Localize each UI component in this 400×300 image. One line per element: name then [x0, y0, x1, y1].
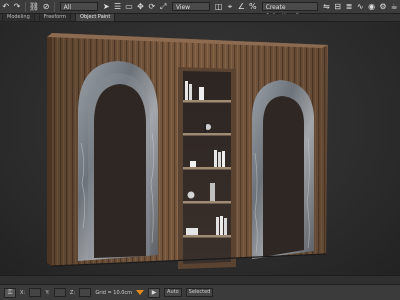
material-editor-icon[interactable]: ◉	[368, 2, 375, 11]
render-setup-icon[interactable]: ⚙	[379, 2, 386, 11]
set-key-dropdown[interactable]: Selected	[185, 288, 214, 297]
unlink-icon[interactable]: ⊘	[42, 2, 50, 11]
ribbon-tabs: Modeling Freeform Object Paint	[0, 13, 400, 22]
x-label: X:	[20, 289, 26, 296]
snap-icon[interactable]: ⌖	[226, 2, 233, 11]
time-slider-marker-icon	[136, 290, 145, 295]
selection-filter-dropdown[interactable]: All	[59, 2, 98, 11]
redo-icon[interactable]: ↷	[13, 2, 21, 11]
rect-select-icon[interactable]: ▭	[125, 2, 133, 11]
pivot-icon[interactable]: ◫	[215, 2, 223, 11]
main-toolbar: ↶ ↷ ⛓ ⊘ All ➤ ☰ ▭ ✥ ⟳ ⤢ View ◫ ⌖ ∠ % Cre…	[0, 0, 400, 20]
scale-icon[interactable]: ⤢	[159, 2, 166, 11]
undo-icon[interactable]: ↶	[2, 2, 9, 11]
play-icon[interactable]: ▶	[148, 287, 161, 298]
toolbar-separator	[24, 1, 26, 12]
percent-snap-icon[interactable]: %	[249, 2, 257, 11]
reference-coord-dropdown[interactable]: View	[171, 2, 210, 11]
x-field[interactable]	[29, 288, 42, 297]
left-arch-door	[94, 84, 146, 258]
tab-modeling[interactable]: Modeling	[2, 13, 35, 22]
lock-selection-icon[interactable]: ⚿	[4, 287, 16, 298]
auto-key-button[interactable]: Auto	[164, 288, 182, 297]
toolbar-separator	[53, 1, 55, 12]
y-field[interactable]	[53, 288, 66, 297]
y-label: Y:	[45, 289, 50, 296]
align-icon[interactable]: ⊟	[334, 2, 341, 11]
z-label: Z:	[69, 289, 76, 296]
layers-icon[interactable]: ≣	[345, 2, 353, 11]
grid-readout: Grid = 10.0cm	[95, 289, 133, 296]
wall-panel-model	[47, 33, 328, 269]
wall-side-edge	[47, 33, 52, 266]
rotate-icon[interactable]: ⟳	[148, 2, 155, 11]
named-selection-dropdown[interactable]: Create Selection Se	[261, 2, 318, 20]
perspective-viewport[interactable]	[0, 23, 400, 275]
render-icon[interactable]: ☕	[391, 2, 398, 11]
right-arch-door	[263, 96, 304, 257]
link-icon[interactable]: ⛓	[29, 2, 39, 11]
timeline-bar[interactable]	[0, 275, 400, 284]
angle-snap-icon[interactable]: ∠	[238, 2, 245, 11]
curve-editor-icon[interactable]: ∿	[357, 2, 364, 11]
status-bar: ⚿ X: Y: Z: Grid = 10.0cm ▶ Auto Selected	[0, 284, 400, 300]
mirror-icon[interactable]: ⇋	[323, 2, 330, 11]
tab-freeform[interactable]: Freeform	[38, 13, 72, 22]
z-field[interactable]	[79, 288, 92, 297]
select-icon[interactable]: ➤	[103, 2, 110, 11]
move-icon[interactable]: ✥	[137, 2, 144, 11]
select-by-name-icon[interactable]: ☰	[114, 2, 121, 11]
tab-object-paint[interactable]: Object Paint	[75, 13, 116, 22]
